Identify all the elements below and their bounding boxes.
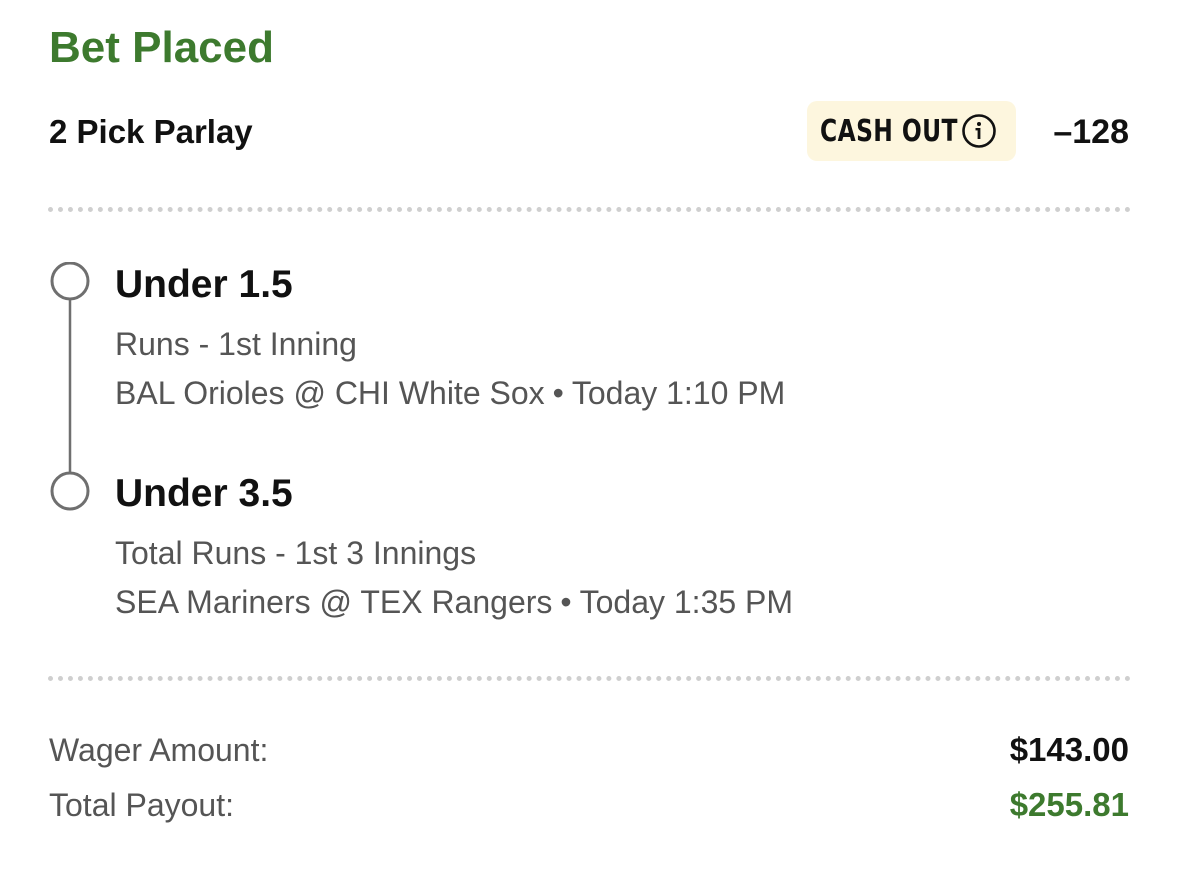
total-payout-value: $255.81 bbox=[1009, 786, 1129, 823]
total-payout-label: Total Payout: bbox=[49, 787, 234, 823]
leg-status-circle-icon bbox=[50, 262, 90, 301]
divider-bottom bbox=[48, 676, 1131, 681]
leg-game-info: SEA Mariners @ TEX Rangers • Today 1:35 PM bbox=[115, 583, 793, 621]
dot-separator: • bbox=[560, 584, 572, 620]
leg-title: Under 1.5 bbox=[115, 263, 293, 306]
cash-out-button[interactable]: CASH OUT bbox=[807, 101, 1016, 161]
info-icon[interactable] bbox=[961, 113, 997, 149]
leg-market: Runs - 1st Inning bbox=[115, 326, 357, 362]
dot-separator: • bbox=[552, 375, 564, 411]
parlay-type: 2 Pick Parlay bbox=[49, 113, 253, 150]
wager-amount-label: Wager Amount: bbox=[49, 732, 269, 768]
leg-market: Total Runs - 1st 3 Innings bbox=[115, 535, 477, 571]
leg-status-circle-icon bbox=[50, 471, 90, 511]
parlay-odds: –128 bbox=[1053, 113, 1129, 151]
leg-start-time: Today 1:10 PM bbox=[571, 375, 786, 411]
leg-title: Under 3.5 bbox=[115, 472, 293, 515]
legs-timeline bbox=[50, 262, 90, 511]
bet-status-title: Bet Placed bbox=[49, 23, 274, 72]
leg-game-info: BAL Orioles @ CHI White Sox • Today 1:10 P… bbox=[115, 374, 785, 412]
cash-out-label: CASH OUT bbox=[820, 113, 958, 149]
leg-matchup: SEA Mariners @ TEX Rangers bbox=[115, 584, 553, 620]
divider-top bbox=[48, 207, 1131, 212]
leg-start-time: Today 1:35 PM bbox=[579, 584, 794, 620]
wager-amount-value: $143.00 bbox=[1009, 731, 1129, 768]
leg-matchup: BAL Orioles @ CHI White Sox bbox=[115, 375, 545, 411]
